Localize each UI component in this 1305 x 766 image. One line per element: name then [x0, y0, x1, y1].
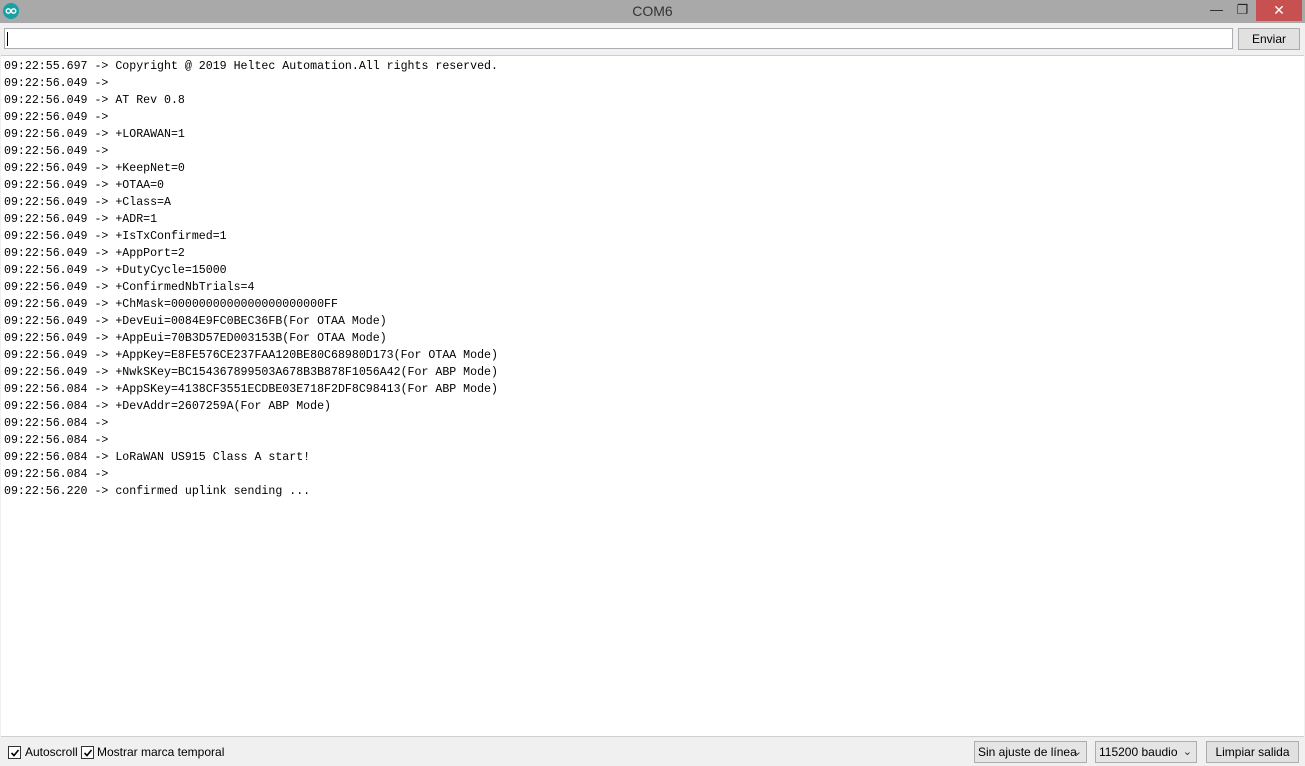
- output-line: 09:22:56.049 -> +AppEui=70B3D57ED003153B…: [4, 332, 387, 345]
- output-line: 09:22:56.049 -> +AppPort=2: [4, 247, 185, 260]
- output-line: 09:22:56.049 ->: [4, 145, 116, 158]
- output-line: 09:22:56.049 -> +ConfirmedNbTrials=4: [4, 281, 255, 294]
- send-input[interactable]: [4, 28, 1233, 49]
- autoscroll-checkbox[interactable]: [8, 746, 21, 759]
- maximize-button[interactable]: ❐: [1228, 0, 1257, 21]
- output-line: 09:22:56.049 -> +DutyCycle=15000: [4, 264, 227, 277]
- output-line: 09:22:56.220 -> confirmed uplink sending…: [4, 485, 311, 498]
- output-line: 09:22:56.049 ->: [4, 111, 116, 124]
- send-button[interactable]: Enviar: [1238, 28, 1300, 50]
- output-line: 09:22:56.049 -> AT Rev 0.8: [4, 94, 185, 107]
- output-line: 09:22:56.049 -> +KeepNet=0: [4, 162, 185, 175]
- output-line: 09:22:56.049 -> +Class=A: [4, 196, 171, 209]
- output-line: 09:22:56.084 -> +DevAddr=2607259A(For AB…: [4, 400, 331, 413]
- close-button[interactable]: ✕: [1256, 0, 1302, 21]
- output-line: 09:22:56.049 -> +ChMask=0000000000000000…: [4, 298, 338, 311]
- chevron-down-icon: ⌄: [1072, 746, 1082, 758]
- output-line: 09:22:56.084 ->: [4, 434, 116, 447]
- baud-rate-value: 115200 baudio: [1099, 745, 1178, 759]
- clear-output-button[interactable]: Limpiar salida: [1206, 741, 1299, 763]
- output-line: 09:22:56.049 -> +LORAWAN=1: [4, 128, 185, 141]
- title-bar: COM6 — ❐ ✕: [0, 0, 1305, 23]
- output-line: 09:22:56.049 -> +NwkSKey=BC154367899503A…: [4, 366, 498, 379]
- output-line: 09:22:55.697 -> Copyright @ 2019 Heltec …: [4, 60, 498, 73]
- timestamp-checkbox[interactable]: [81, 746, 94, 759]
- output-line: 09:22:56.049 -> +DevEui=0084E9FC0BEC36FB…: [4, 315, 387, 328]
- line-ending-select[interactable]: Sin ajuste de línea ⌄: [974, 741, 1087, 763]
- output-line: 09:22:56.084 ->: [4, 417, 116, 430]
- minimize-button[interactable]: —: [1202, 0, 1231, 21]
- window-title: COM6: [632, 3, 673, 19]
- output-line: 09:22:56.084 ->: [4, 468, 116, 481]
- autoscroll-label: Autoscroll: [25, 745, 78, 759]
- timestamp-label: Mostrar marca temporal: [97, 745, 225, 759]
- serial-output[interactable]: 09:22:55.697 -> Copyright @ 2019 Heltec …: [1, 55, 1304, 737]
- chevron-down-icon: ⌄: [1182, 746, 1192, 758]
- line-ending-value: Sin ajuste de línea: [978, 745, 1077, 759]
- output-line: 09:22:56.084 -> LoRaWAN US915 Class A st…: [4, 451, 311, 464]
- output-line: 09:22:56.049 ->: [4, 77, 116, 90]
- output-line: 09:22:56.084 -> +AppSKey=4138CF3551ECDBE…: [4, 383, 498, 396]
- send-bar: Enviar: [0, 23, 1305, 54]
- text-caret: [7, 32, 8, 46]
- baud-rate-select[interactable]: 115200 baudio ⌄: [1095, 741, 1197, 763]
- output-line: 09:22:56.049 -> +OTAA=0: [4, 179, 165, 192]
- output-line: 09:22:56.049 -> +IsTxConfirmed=1: [4, 230, 227, 243]
- footer-bar: Autoscroll Mostrar marca temporal Sin aj…: [0, 738, 1305, 766]
- output-line: 09:22:56.049 -> +ADR=1: [4, 213, 158, 226]
- output-line: 09:22:56.049 -> +AppKey=E8FE576CE237FAA1…: [4, 349, 498, 362]
